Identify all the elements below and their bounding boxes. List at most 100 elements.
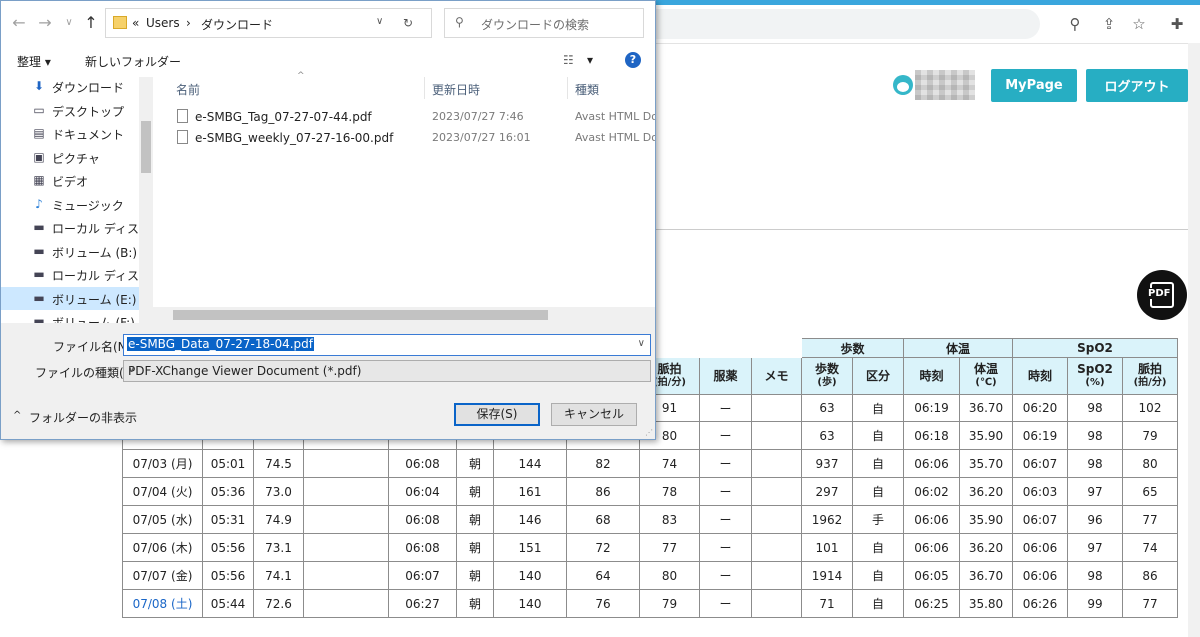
up-arrow-icon[interactable]: ↑ (81, 13, 101, 33)
resize-grip-icon[interactable]: ⋰ (645, 428, 653, 437)
cell-st: 06:06 (1012, 561, 1068, 590)
file-row[interactable]: e-SMBG_weekly_07-27-16-00.pdf 2023/07/27… (175, 128, 655, 149)
cell-cat: 自 (852, 394, 904, 422)
cell-sp: 65 (1122, 477, 1178, 506)
tree-item[interactable]: ▦ ビデオ (1, 169, 139, 192)
extensions-icon[interactable]: ✚ (1168, 15, 1186, 33)
address-bar[interactable] (650, 9, 1040, 39)
chevron-up-icon[interactable]: ^ (13, 410, 21, 421)
view-options-dropdown[interactable]: ▾ (587, 53, 593, 67)
tree-item[interactable]: ⬇ ダウンロード (1, 77, 139, 98)
refresh-icon[interactable]: ↻ (403, 16, 413, 30)
tree-item[interactable]: ▣ ピクチャ (1, 146, 139, 169)
cell-sp: 102 (1122, 394, 1178, 422)
cell-cat: 自 (852, 561, 904, 590)
videos-icon: ▦ (33, 173, 45, 187)
tree-item[interactable]: ▭ デスクトップ (1, 99, 139, 122)
share-icon[interactable]: ⇪ (1100, 15, 1118, 33)
save-file-dialog: ← → ∨ ↑ « Users › ダウンロード ∨ ↻ ⚲ ダウンロードの検索… (0, 0, 656, 440)
forward-arrow-icon[interactable]: → (35, 13, 55, 33)
search-input[interactable]: ⚲ ダウンロードの検索 (444, 8, 644, 38)
filetype-select[interactable]: PDF-XChange Viewer Document (*.pdf) ∨ (123, 360, 651, 382)
chevron-down-icon: ∨ (128, 364, 136, 375)
cell-bs: 146 (493, 505, 567, 534)
column-type[interactable]: 種類 (575, 81, 599, 98)
cell-spo2: 98 (1067, 449, 1123, 478)
cell-sp: 77 (1122, 505, 1178, 534)
cell-temp: 36.70 (959, 561, 1013, 590)
save-button[interactable]: 保存(S) (454, 403, 540, 426)
pdf-export-button[interactable]: PDF (1137, 270, 1187, 320)
cell-tt: 06:05 (903, 561, 960, 590)
tree-item[interactable]: ▬ ボリューム (E:) (1, 286, 139, 310)
star-icon[interactable]: ☆ (1130, 15, 1148, 33)
tree-scrollbar[interactable] (139, 77, 153, 323)
breadcrumb-downloads[interactable]: ダウンロード (201, 16, 273, 33)
category-header: 区分 (852, 357, 904, 395)
cell-pulse1: 82 (566, 449, 640, 478)
file-list-hscrollbar[interactable] (153, 307, 655, 323)
cell-temp: 36.20 (959, 533, 1013, 562)
dialog-footer: ファイル名(N): e-SMBG_Data_07-27-18-04.pdf ∨ … (1, 323, 655, 439)
tree-item-label: ボリューム (F:) (52, 316, 135, 323)
spo2-pulse-header: 脈拍 (拍/分) (1122, 357, 1178, 395)
cell-pulse2: 78 (639, 477, 700, 506)
path-breadcrumb[interactable]: « Users › ダウンロード ∨ ↻ (105, 8, 432, 38)
drive-icon: ▬ (33, 314, 45, 323)
folder-icon (113, 16, 127, 29)
organize-menu[interactable]: 整理 ▾ (17, 53, 51, 70)
temp-group-header: 体温 (903, 338, 1013, 358)
medication-header: 服薬 (699, 357, 752, 395)
cancel-button[interactable]: キャンセル (551, 403, 637, 426)
view-icon[interactable]: ☷ (563, 53, 574, 67)
hide-folders-toggle[interactable]: フォルダーの非表示 (29, 409, 137, 426)
tree-item[interactable]: ▬ ローカル ディスク (C (1, 263, 153, 286)
breadcrumb-users[interactable]: Users (146, 16, 180, 30)
chevron-down-icon[interactable]: ∨ (638, 338, 645, 349)
page-scrollbar[interactable] (1188, 43, 1200, 637)
mypage-button[interactable]: MyPage (991, 69, 1077, 102)
table-row: 07/06 (木) 05:56 73.1 06:08 朝 151 72 77 ー 101 自 06:0… (122, 533, 1178, 562)
spo2-group-header: SpO2 (1012, 338, 1178, 358)
cell-cat: 自 (852, 449, 904, 478)
cell-cat: 手 (852, 505, 904, 534)
cell-date: 07/06 (木) (122, 533, 203, 562)
divider (654, 229, 1188, 230)
cell-temp: 36.20 (959, 477, 1013, 506)
tree-item[interactable]: ▬ ローカル ディスク (A (1, 216, 153, 239)
cell-pulse2: 80 (639, 561, 700, 590)
tree-item[interactable]: ▬ ボリューム (B:) (1, 240, 139, 263)
logout-button[interactable]: ログアウト (1086, 69, 1188, 102)
cell-sp: 77 (1122, 589, 1178, 618)
cell-pulse2: 79 (639, 589, 700, 618)
chevron-down-icon[interactable]: ∨ (59, 13, 79, 33)
cell-bs: 151 (493, 533, 567, 562)
cell-sp: 86 (1122, 561, 1178, 590)
chevron-down-icon[interactable]: ∨ (376, 16, 383, 27)
tree-item[interactable]: ♪ ミュージック (1, 193, 139, 216)
cell-pulse1: 68 (566, 505, 640, 534)
folder-tree: ⬇ ダウンロード ▭ デスクトップ ▤ ドキュメント ▣ ピクチャ ▦ ビデオ ♪ ミュージック ▬ ロー… (1, 77, 153, 323)
cell-spo2: 98 (1067, 394, 1123, 422)
tree-item[interactable]: ▤ ドキュメント (1, 122, 139, 145)
cell-st: 06:06 (1012, 533, 1068, 562)
filename-field[interactable]: e-SMBG_Data_07-27-18-04.pdf ∨ (123, 334, 651, 356)
back-arrow-icon[interactable]: ← (9, 13, 29, 33)
cell-med: ー (699, 421, 752, 450)
pdf-label: PDF (1147, 288, 1172, 299)
dialog-toolbar: 整理 ▾ 新しいフォルダー ☷ ▾ ? (1, 45, 655, 77)
new-folder-button[interactable]: 新しいフォルダー (85, 53, 181, 70)
cell-t1: 05:56 (202, 561, 254, 590)
cell-meal: 朝 (456, 477, 494, 506)
drive-icon: ▬ (33, 267, 45, 281)
help-icon[interactable]: ? (625, 52, 641, 68)
documents-icon: ▤ (33, 126, 45, 140)
column-date[interactable]: 更新日時 (432, 81, 480, 98)
file-row[interactable]: e-SMBG_Tag_07-27-07-44.pdf 2023/07/27 7:… (175, 107, 655, 128)
column-name[interactable]: 名前 (176, 81, 200, 98)
zoom-icon[interactable]: ⚲ (1066, 15, 1084, 33)
cell-date: 07/05 (水) (122, 505, 203, 534)
cell-spo2: 97 (1067, 477, 1123, 506)
tree-item[interactable]: ▬ ボリューム (F:) (1, 310, 139, 323)
cell-med: ー (699, 505, 752, 534)
